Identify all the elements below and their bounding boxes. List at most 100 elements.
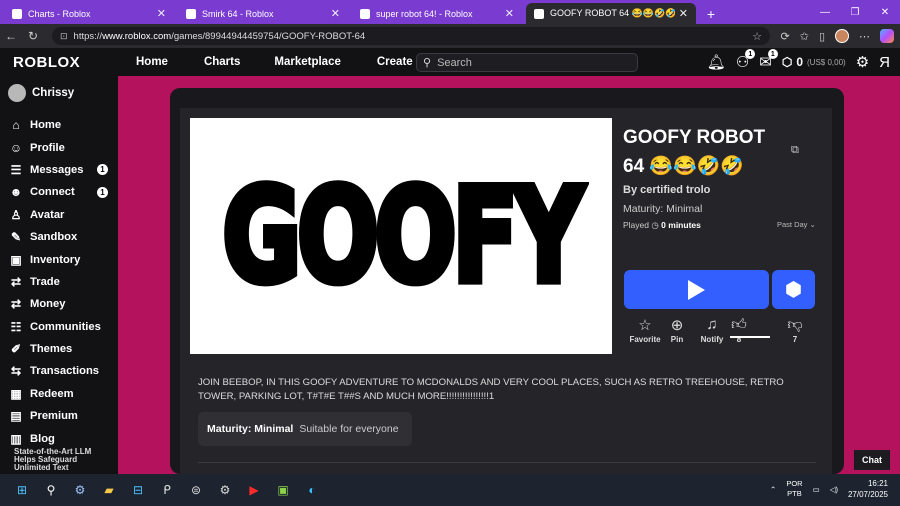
user-profile-link[interactable]: Chrissy bbox=[8, 84, 74, 102]
copy-link-icon[interactable]: ⧉ bbox=[791, 144, 799, 157]
search-input[interactable]: ⚲ Search bbox=[416, 53, 638, 72]
like-button[interactable]: 👍︎ 8 bbox=[729, 316, 749, 344]
roblox-app-icon[interactable]: ⚙ bbox=[215, 480, 235, 500]
sidebar-item-sandbox[interactable]: ✎ Sandbox bbox=[8, 226, 112, 248]
sidebar-count-badge: 1 bbox=[97, 186, 108, 198]
sidebar-item-premium[interactable]: ▤ Premium bbox=[8, 405, 112, 427]
roblox-r-icon[interactable]: Я bbox=[879, 54, 890, 71]
sidebar-item-connect[interactable]: ☻ Connect 1 bbox=[8, 181, 112, 203]
sidebar-item-label: Profile bbox=[30, 141, 65, 154]
creator-link[interactable]: By certified trolo bbox=[623, 184, 710, 196]
language-indicator[interactable]: POR PTB bbox=[786, 479, 802, 499]
sidebar-item-inventory[interactable]: ▣ Inventory bbox=[8, 248, 112, 270]
close-tab-icon[interactable]: ✕ bbox=[679, 7, 688, 20]
app-icon[interactable]: ⊜ bbox=[186, 480, 206, 500]
store-icon[interactable]: ⊟ bbox=[128, 480, 148, 500]
friends-icon[interactable]: ⚇ 1 bbox=[736, 49, 756, 71]
browser-tab[interactable]: super robot 64! - Roblox ✕ bbox=[352, 3, 522, 24]
playtime: Played ◷ 0 minutes bbox=[623, 220, 701, 231]
url-path: /games/89944944459754/GOOFY-ROBOT-64 bbox=[171, 30, 366, 42]
edge-icon[interactable]: ◐ bbox=[302, 480, 322, 500]
close-tab-icon[interactable]: ✕ bbox=[157, 7, 166, 20]
pin-button[interactable]: ⊕ Pin bbox=[665, 316, 689, 344]
clock[interactable]: 16:21 27/07/2025 bbox=[848, 478, 888, 500]
sidebar-item-messages[interactable]: ☰ Messages 1 bbox=[8, 159, 112, 181]
settings-icon[interactable]: ⚙ bbox=[70, 480, 90, 500]
windows-start-icon[interactable]: ⊞ bbox=[12, 480, 32, 500]
chat-button[interactable]: Chat bbox=[854, 450, 890, 470]
game-actions: ☆ Favorite ⊕ Pin ♫ Notify 👍︎ 8 👎︎ 7 bbox=[629, 316, 819, 352]
notify-button[interactable]: ♫ Notify bbox=[697, 316, 727, 344]
sidebar-item-label: Themes bbox=[30, 343, 73, 356]
notify-label: Notify bbox=[700, 335, 724, 344]
sidebar-item-profile[interactable]: ☺ Profile bbox=[8, 136, 112, 158]
search-icon[interactable]: ⚲ bbox=[41, 480, 61, 500]
nav-create[interactable]: Create bbox=[377, 48, 413, 76]
username: Chrissy bbox=[32, 87, 75, 99]
cube-icon: ⬢ bbox=[784, 279, 803, 301]
avatar bbox=[8, 84, 26, 102]
volume-icon[interactable]: ◁) bbox=[830, 485, 838, 494]
roblox-studio-button[interactable]: ⬢ bbox=[772, 270, 815, 309]
game-thumbnail[interactable]: GOOFY bbox=[190, 118, 612, 354]
settings-gear-icon[interactable]: ⚙ bbox=[856, 53, 869, 71]
sandbox-icon: ✎ bbox=[10, 230, 22, 245]
header-icons: 🔔︎ ⚇ 1 ✉ 1 ⬡ 0 (US$ 0,00) ⚙ Я bbox=[707, 48, 890, 76]
sidebar-item-communities[interactable]: ☷ Communities bbox=[8, 316, 112, 338]
sidebar-item-themes[interactable]: ✐ Themes bbox=[8, 338, 112, 360]
sidebar-item-avatar[interactable]: ♙ Avatar bbox=[8, 204, 112, 226]
more-icon[interactable]: ⋯ bbox=[859, 30, 870, 43]
network-icon[interactable]: ▭ bbox=[813, 485, 820, 494]
notifications-icon[interactable]: 🔔︎ bbox=[707, 53, 726, 71]
period-dropdown[interactable]: Past Day ⌄ bbox=[777, 220, 816, 229]
sidebar-item-label: Sandbox bbox=[30, 231, 78, 244]
profile-icon: ☺ bbox=[9, 140, 23, 155]
sidebar-item-redeem[interactable]: ▦ Redeem bbox=[8, 383, 112, 405]
messages-icon[interactable]: ✉ 1 bbox=[759, 49, 778, 71]
nav-charts[interactable]: Charts bbox=[204, 48, 240, 76]
dislike-count: 7 bbox=[792, 335, 798, 344]
extensions-icon[interactable]: ⟳ bbox=[781, 30, 790, 43]
browser-tab[interactable]: Smirk 64 - Roblox ✕ bbox=[178, 3, 348, 24]
sidebar-item-money[interactable]: ⇄ Money bbox=[8, 293, 112, 315]
favorites-icon[interactable]: ✩ bbox=[800, 30, 809, 43]
favorite-star-icon[interactable]: ☆ bbox=[752, 30, 762, 43]
browser-tab-active[interactable]: GOOFY ROBOT 64 😂😂🤣🤣 - Roblox ✕ bbox=[526, 3, 696, 24]
nav-marketplace[interactable]: Marketplace bbox=[274, 48, 340, 76]
maximize-icon[interactable]: ❐ bbox=[840, 0, 870, 24]
roblox-logo[interactable]: ROBLOX bbox=[13, 54, 80, 71]
tray-chevron-icon[interactable]: ⌃ bbox=[770, 485, 776, 494]
collections-icon[interactable]: ▯ bbox=[819, 30, 825, 43]
time: 16:21 bbox=[867, 479, 888, 488]
sponsored-ad-text[interactable]: State-of-the-Art LLM Helps Safeguard Unl… bbox=[14, 448, 114, 472]
close-tab-icon[interactable]: ✕ bbox=[505, 7, 514, 20]
connect-icon: ☻ bbox=[9, 185, 23, 200]
dislike-button[interactable]: 👎︎ 7 bbox=[785, 316, 805, 344]
sidebar-item-home[interactable]: ⌂ Home bbox=[8, 114, 112, 136]
close-window-icon[interactable]: ✕ bbox=[870, 0, 900, 24]
browser-tab[interactable]: Charts - Roblox ✕ bbox=[4, 3, 174, 24]
sidebar-item-label: Messages bbox=[30, 163, 84, 176]
url-field[interactable]: ⊡ https://www.roblox.com/games/899449444… bbox=[52, 27, 770, 45]
played-label: Played bbox=[623, 220, 649, 230]
favorite-button[interactable]: ☆ Favorite bbox=[629, 316, 661, 344]
nav-home[interactable]: Home bbox=[136, 48, 168, 76]
play-button[interactable] bbox=[624, 270, 769, 309]
profile-avatar[interactable] bbox=[835, 29, 849, 43]
search-placeholder: Search bbox=[437, 56, 472, 69]
refresh-icon[interactable]: ↻ bbox=[22, 29, 44, 43]
copilot-icon[interactable] bbox=[880, 29, 894, 43]
robux-balance[interactable]: ⬡ 0 (US$ 0,00) bbox=[782, 55, 846, 69]
sidebar-item-trade[interactable]: ⇄ Trade bbox=[8, 271, 112, 293]
sidebar-item-transactions[interactable]: ⇆ Transactions bbox=[8, 360, 112, 382]
new-tab-button[interactable]: + bbox=[700, 3, 722, 24]
minecraft-icon[interactable]: ▣ bbox=[273, 480, 293, 500]
minimize-icon[interactable]: — bbox=[810, 0, 840, 24]
close-tab-icon[interactable]: ✕ bbox=[331, 7, 340, 20]
picsart-icon[interactable]: ᑭ bbox=[157, 480, 177, 500]
youtube-icon[interactable]: ▶ bbox=[244, 480, 264, 500]
back-icon[interactable]: ← bbox=[0, 29, 22, 43]
maturity-box-label: Maturity: Minimal bbox=[207, 423, 294, 435]
file-explorer-icon[interactable]: ▰ bbox=[99, 480, 119, 500]
sidebar-item-label: Transactions bbox=[30, 365, 100, 378]
